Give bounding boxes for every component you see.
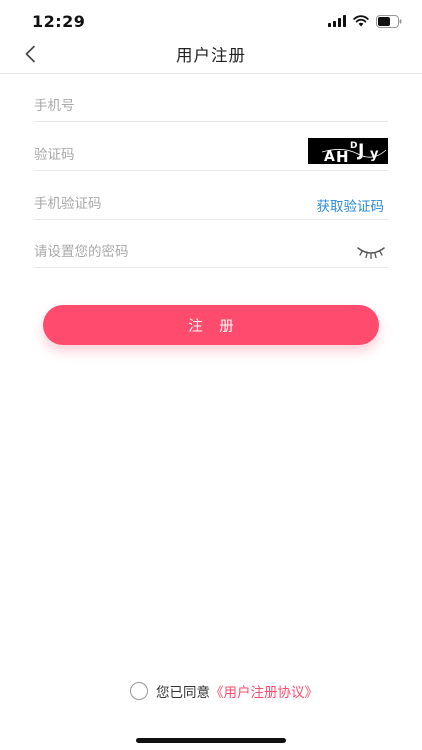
nav-bar: 用户注册: [0, 36, 422, 74]
agreement-text: 您已同意: [156, 685, 210, 701]
svg-text:y: y: [370, 147, 379, 162]
phone-field-row: [34, 92, 388, 122]
captcha-field-row: A H D J y: [34, 138, 388, 171]
status-bar: 12:29: [0, 0, 422, 40]
password-field-row: [34, 238, 388, 268]
phone-input[interactable]: [34, 92, 284, 120]
home-indicator: [136, 738, 286, 743]
eye-closed-icon[interactable]: [356, 242, 386, 260]
sms-code-input[interactable]: [34, 190, 284, 218]
signal-icon: [328, 15, 346, 27]
battery-icon: [376, 14, 402, 28]
captcha-image[interactable]: A H D J y: [308, 138, 388, 164]
svg-text:J: J: [357, 141, 364, 161]
register-button-label: 注 册: [188, 318, 240, 335]
agreement-checkbox[interactable]: [130, 682, 148, 700]
page-title: 用户注册: [176, 46, 246, 65]
captcha-input[interactable]: [34, 141, 284, 169]
wifi-icon: [353, 15, 369, 27]
register-button[interactable]: 注 册: [43, 305, 379, 345]
agreement-row: 您已同意 《用户注册协议》: [130, 681, 318, 701]
sms-code-field-row: 获取验证码: [34, 190, 388, 220]
agreement-link[interactable]: 《用户注册协议》: [210, 681, 318, 701]
svg-text:D: D: [350, 141, 357, 151]
get-code-button[interactable]: 获取验证码: [317, 195, 385, 215]
password-input[interactable]: [34, 238, 284, 266]
status-icons: [328, 14, 402, 28]
status-time: 12:29: [32, 12, 86, 31]
